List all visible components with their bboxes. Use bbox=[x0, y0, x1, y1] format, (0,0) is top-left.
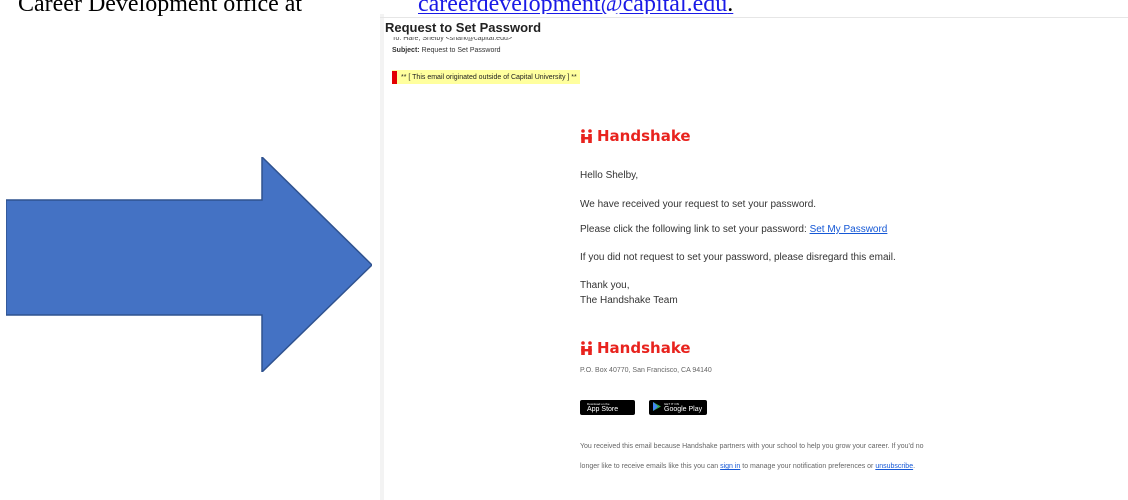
footer-text-2: to manage your notification preferences … bbox=[740, 463, 876, 470]
google-play-badge[interactable]: GET IT ON Google Play bbox=[649, 400, 707, 415]
right-arrow-icon bbox=[6, 157, 372, 372]
handshake-logo-text: Handshake bbox=[597, 127, 691, 145]
email-screenshot: Request to Set Password To: Hare, Shelby… bbox=[380, 14, 1128, 500]
set-password-link[interactable]: Set My Password bbox=[810, 224, 888, 235]
footer-disclaimer: You received this email because Handshak… bbox=[580, 437, 940, 477]
warning-flag-icon bbox=[392, 70, 397, 84]
mailing-address: P.O. Box 40770, San Francisco, CA 94140 bbox=[580, 367, 712, 374]
subject-label: Subject: bbox=[392, 47, 420, 54]
handshake-logo-text-footer: Handshake bbox=[597, 339, 691, 357]
footer-text-3: . bbox=[913, 463, 916, 470]
app-store-badge[interactable]: Download on the App Store bbox=[580, 400, 635, 415]
unsubscribe-link[interactable]: unsubscribe bbox=[875, 463, 913, 470]
received-text: We have received your request to set you… bbox=[580, 199, 817, 210]
external-email-warning: ** [ This email originated outside of Ca… bbox=[392, 70, 580, 84]
handshake-logo-icon bbox=[580, 341, 594, 355]
handshake-logo-top: Handshake bbox=[580, 127, 691, 145]
disregard-text: If you did not request to set your passw… bbox=[580, 252, 896, 263]
sign-in-link[interactable]: sign in bbox=[720, 463, 740, 470]
subject-value: Request to Set Password bbox=[421, 47, 501, 54]
team-signature: The Handshake Team bbox=[580, 295, 678, 306]
email-subject-line: Subject: Request to Set Password bbox=[392, 47, 501, 54]
click-prefix-text: Please click the following link to set y… bbox=[580, 224, 810, 235]
handshake-logo-bottom: Handshake bbox=[580, 339, 691, 357]
thanks-text: Thank you, bbox=[580, 280, 630, 291]
document-line-text: Career Development office at bbox=[18, 0, 303, 16]
email-subject-title: Request to Set Password bbox=[385, 20, 542, 35]
google-play-icon bbox=[653, 402, 661, 413]
handshake-logo-icon bbox=[580, 129, 594, 143]
email-header-rule bbox=[380, 17, 1128, 18]
app-store-text: App Store bbox=[587, 405, 619, 413]
email-to-line: To: Hare, Shelby <shark@capital.edu> bbox=[392, 37, 512, 42]
click-instruction: Please click the following link to set y… bbox=[580, 224, 887, 235]
google-play-text: Google Play bbox=[664, 405, 703, 413]
external-warning-text: ** [ This email originated outside of Ca… bbox=[401, 73, 577, 81]
greeting-text: Hello Shelby, bbox=[580, 170, 639, 181]
email-left-divider bbox=[380, 14, 384, 500]
